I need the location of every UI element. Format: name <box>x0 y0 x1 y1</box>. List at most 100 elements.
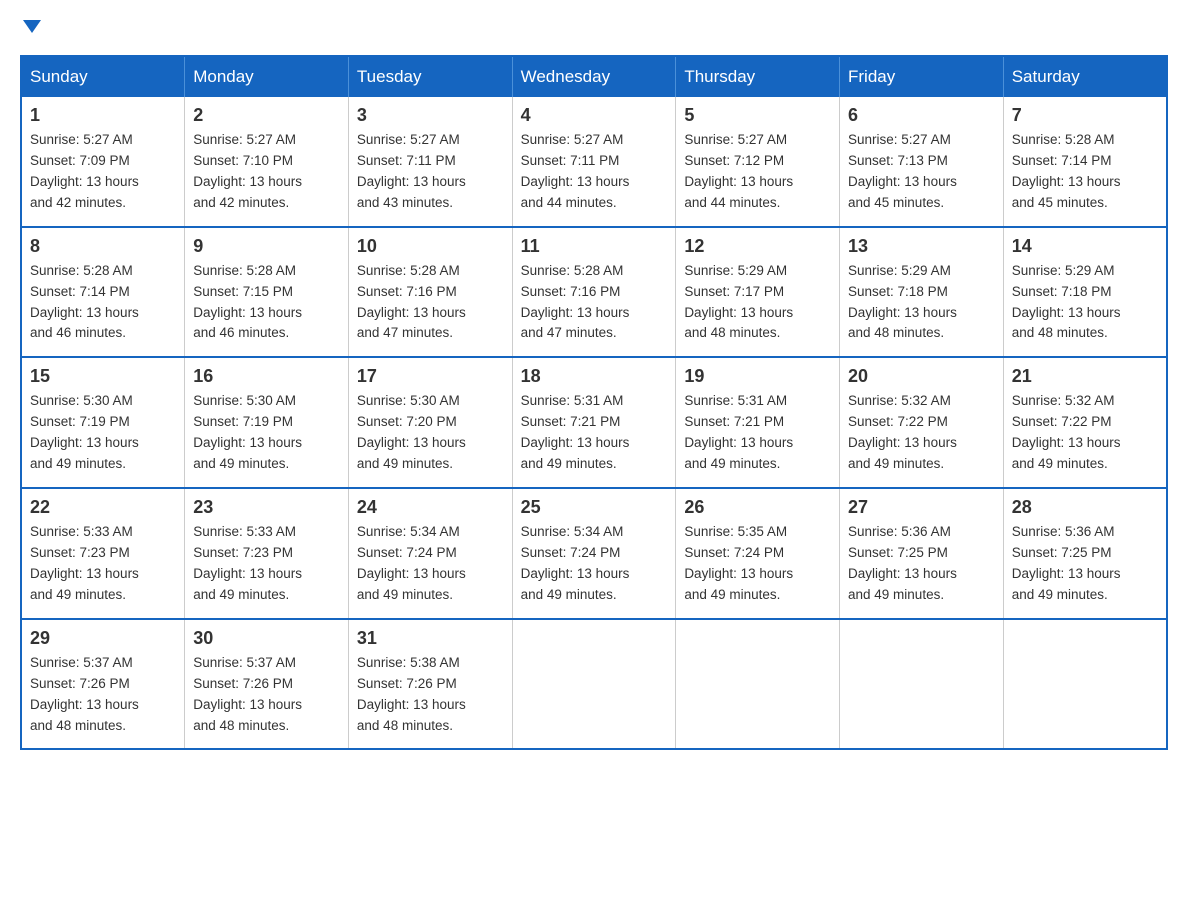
calendar-cell: 1 Sunrise: 5:27 AMSunset: 7:09 PMDayligh… <box>21 97 185 227</box>
calendar-cell: 19 Sunrise: 5:31 AMSunset: 7:21 PMDaylig… <box>676 357 840 488</box>
day-info: Sunrise: 5:31 AMSunset: 7:21 PMDaylight:… <box>521 391 668 475</box>
calendar-cell <box>840 619 1004 750</box>
calendar-cell: 16 Sunrise: 5:30 AMSunset: 7:19 PMDaylig… <box>185 357 349 488</box>
day-info: Sunrise: 5:28 AMSunset: 7:15 PMDaylight:… <box>193 261 340 345</box>
day-number: 15 <box>30 366 176 387</box>
day-number: 25 <box>521 497 668 518</box>
calendar-cell: 20 Sunrise: 5:32 AMSunset: 7:22 PMDaylig… <box>840 357 1004 488</box>
day-info: Sunrise: 5:33 AMSunset: 7:23 PMDaylight:… <box>193 522 340 606</box>
day-info: Sunrise: 5:33 AMSunset: 7:23 PMDaylight:… <box>30 522 176 606</box>
day-info: Sunrise: 5:35 AMSunset: 7:24 PMDaylight:… <box>684 522 831 606</box>
day-number: 28 <box>1012 497 1158 518</box>
calendar-cell: 24 Sunrise: 5:34 AMSunset: 7:24 PMDaylig… <box>348 488 512 619</box>
weekday-header-saturday: Saturday <box>1003 56 1167 97</box>
weekday-header-friday: Friday <box>840 56 1004 97</box>
day-number: 6 <box>848 105 995 126</box>
calendar-cell: 21 Sunrise: 5:32 AMSunset: 7:22 PMDaylig… <box>1003 357 1167 488</box>
day-info: Sunrise: 5:30 AMSunset: 7:20 PMDaylight:… <box>357 391 504 475</box>
day-number: 18 <box>521 366 668 387</box>
logo-arrow-icon <box>23 20 41 33</box>
calendar-cell: 14 Sunrise: 5:29 AMSunset: 7:18 PMDaylig… <box>1003 227 1167 358</box>
weekday-header-thursday: Thursday <box>676 56 840 97</box>
calendar-cell <box>512 619 676 750</box>
calendar-cell: 3 Sunrise: 5:27 AMSunset: 7:11 PMDayligh… <box>348 97 512 227</box>
day-info: Sunrise: 5:30 AMSunset: 7:19 PMDaylight:… <box>193 391 340 475</box>
day-info: Sunrise: 5:28 AMSunset: 7:14 PMDaylight:… <box>1012 130 1158 214</box>
day-number: 23 <box>193 497 340 518</box>
calendar-cell: 29 Sunrise: 5:37 AMSunset: 7:26 PMDaylig… <box>21 619 185 750</box>
day-info: Sunrise: 5:27 AMSunset: 7:13 PMDaylight:… <box>848 130 995 214</box>
calendar-cell: 5 Sunrise: 5:27 AMSunset: 7:12 PMDayligh… <box>676 97 840 227</box>
day-info: Sunrise: 5:27 AMSunset: 7:11 PMDaylight:… <box>357 130 504 214</box>
day-number: 30 <box>193 628 340 649</box>
day-info: Sunrise: 5:28 AMSunset: 7:14 PMDaylight:… <box>30 261 176 345</box>
calendar-cell <box>1003 619 1167 750</box>
calendar-week-row: 1 Sunrise: 5:27 AMSunset: 7:09 PMDayligh… <box>21 97 1167 227</box>
day-info: Sunrise: 5:28 AMSunset: 7:16 PMDaylight:… <box>357 261 504 345</box>
day-number: 19 <box>684 366 831 387</box>
day-number: 26 <box>684 497 831 518</box>
logo <box>20 20 41 35</box>
day-number: 22 <box>30 497 176 518</box>
calendar-cell: 18 Sunrise: 5:31 AMSunset: 7:21 PMDaylig… <box>512 357 676 488</box>
day-number: 5 <box>684 105 831 126</box>
calendar-table: SundayMondayTuesdayWednesdayThursdayFrid… <box>20 55 1168 750</box>
calendar-cell: 4 Sunrise: 5:27 AMSunset: 7:11 PMDayligh… <box>512 97 676 227</box>
day-info: Sunrise: 5:32 AMSunset: 7:22 PMDaylight:… <box>848 391 995 475</box>
calendar-cell <box>676 619 840 750</box>
day-number: 31 <box>357 628 504 649</box>
day-number: 7 <box>1012 105 1158 126</box>
day-number: 24 <box>357 497 504 518</box>
calendar-cell: 27 Sunrise: 5:36 AMSunset: 7:25 PMDaylig… <box>840 488 1004 619</box>
calendar-cell: 12 Sunrise: 5:29 AMSunset: 7:17 PMDaylig… <box>676 227 840 358</box>
calendar-cell: 15 Sunrise: 5:30 AMSunset: 7:19 PMDaylig… <box>21 357 185 488</box>
day-info: Sunrise: 5:29 AMSunset: 7:18 PMDaylight:… <box>848 261 995 345</box>
day-number: 12 <box>684 236 831 257</box>
day-info: Sunrise: 5:27 AMSunset: 7:10 PMDaylight:… <box>193 130 340 214</box>
calendar-cell: 31 Sunrise: 5:38 AMSunset: 7:26 PMDaylig… <box>348 619 512 750</box>
calendar-cell: 28 Sunrise: 5:36 AMSunset: 7:25 PMDaylig… <box>1003 488 1167 619</box>
day-info: Sunrise: 5:32 AMSunset: 7:22 PMDaylight:… <box>1012 391 1158 475</box>
weekday-header-wednesday: Wednesday <box>512 56 676 97</box>
day-info: Sunrise: 5:34 AMSunset: 7:24 PMDaylight:… <box>521 522 668 606</box>
day-number: 29 <box>30 628 176 649</box>
day-number: 3 <box>357 105 504 126</box>
day-info: Sunrise: 5:30 AMSunset: 7:19 PMDaylight:… <box>30 391 176 475</box>
calendar-cell: 23 Sunrise: 5:33 AMSunset: 7:23 PMDaylig… <box>185 488 349 619</box>
calendar-cell: 25 Sunrise: 5:34 AMSunset: 7:24 PMDaylig… <box>512 488 676 619</box>
calendar-week-row: 15 Sunrise: 5:30 AMSunset: 7:19 PMDaylig… <box>21 357 1167 488</box>
day-info: Sunrise: 5:36 AMSunset: 7:25 PMDaylight:… <box>1012 522 1158 606</box>
day-info: Sunrise: 5:36 AMSunset: 7:25 PMDaylight:… <box>848 522 995 606</box>
day-info: Sunrise: 5:29 AMSunset: 7:18 PMDaylight:… <box>1012 261 1158 345</box>
day-number: 10 <box>357 236 504 257</box>
day-info: Sunrise: 5:27 AMSunset: 7:09 PMDaylight:… <box>30 130 176 214</box>
weekday-header-tuesday: Tuesday <box>348 56 512 97</box>
calendar-cell: 2 Sunrise: 5:27 AMSunset: 7:10 PMDayligh… <box>185 97 349 227</box>
weekday-header-monday: Monday <box>185 56 349 97</box>
day-number: 4 <box>521 105 668 126</box>
day-info: Sunrise: 5:27 AMSunset: 7:12 PMDaylight:… <box>684 130 831 214</box>
day-number: 20 <box>848 366 995 387</box>
day-number: 13 <box>848 236 995 257</box>
calendar-cell: 10 Sunrise: 5:28 AMSunset: 7:16 PMDaylig… <box>348 227 512 358</box>
day-number: 17 <box>357 366 504 387</box>
day-number: 11 <box>521 236 668 257</box>
calendar-cell: 17 Sunrise: 5:30 AMSunset: 7:20 PMDaylig… <box>348 357 512 488</box>
calendar-week-row: 22 Sunrise: 5:33 AMSunset: 7:23 PMDaylig… <box>21 488 1167 619</box>
calendar-cell: 11 Sunrise: 5:28 AMSunset: 7:16 PMDaylig… <box>512 227 676 358</box>
calendar-week-row: 29 Sunrise: 5:37 AMSunset: 7:26 PMDaylig… <box>21 619 1167 750</box>
day-number: 1 <box>30 105 176 126</box>
day-info: Sunrise: 5:29 AMSunset: 7:17 PMDaylight:… <box>684 261 831 345</box>
calendar-header-row: SundayMondayTuesdayWednesdayThursdayFrid… <box>21 56 1167 97</box>
day-info: Sunrise: 5:28 AMSunset: 7:16 PMDaylight:… <box>521 261 668 345</box>
weekday-header-sunday: Sunday <box>21 56 185 97</box>
calendar-cell: 26 Sunrise: 5:35 AMSunset: 7:24 PMDaylig… <box>676 488 840 619</box>
day-info: Sunrise: 5:27 AMSunset: 7:11 PMDaylight:… <box>521 130 668 214</box>
day-info: Sunrise: 5:38 AMSunset: 7:26 PMDaylight:… <box>357 653 504 737</box>
day-info: Sunrise: 5:37 AMSunset: 7:26 PMDaylight:… <box>193 653 340 737</box>
day-number: 21 <box>1012 366 1158 387</box>
day-number: 16 <box>193 366 340 387</box>
day-number: 9 <box>193 236 340 257</box>
day-number: 14 <box>1012 236 1158 257</box>
calendar-cell: 8 Sunrise: 5:28 AMSunset: 7:14 PMDayligh… <box>21 227 185 358</box>
